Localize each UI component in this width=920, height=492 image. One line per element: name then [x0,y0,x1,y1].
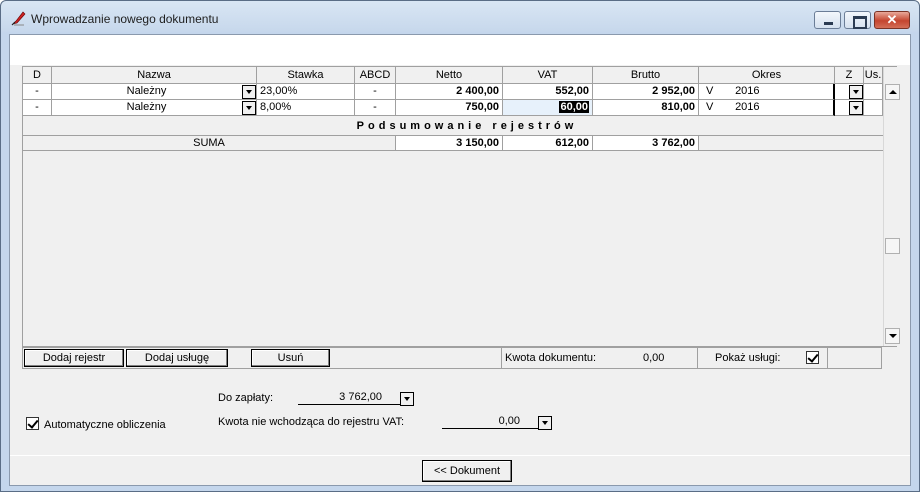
scroll-up-icon[interactable] [885,84,900,100]
row1-stawka[interactable]: 23,00% [257,84,355,100]
row2-us[interactable] [864,100,883,116]
row2-d[interactable]: - [23,100,52,116]
row2-vat-editing[interactable]: 60,00 [503,100,593,116]
row2-okres-period: V [706,101,714,113]
summary-netto: 3 150,00 [396,135,503,151]
doc-amount-label: Kwota dokumentu: [505,352,597,364]
maximize-button[interactable] [844,11,871,29]
main-window: Wprowadzanie nowego dokumentu ✕ D Nazwa … [0,0,920,492]
row2-okres[interactable]: V 2016 [699,100,835,116]
window-title: Wprowadzanie nowego dokumentu [31,12,219,26]
summary-brutto: 3 762,00 [593,135,699,151]
row2-z-dropdown-icon[interactable] [849,101,863,115]
row1-z-dropdown-icon[interactable] [849,85,863,99]
to-pay-label: Do zapłaty: [218,392,274,404]
row1-vat[interactable]: 552,00 [503,84,593,100]
row1-okres-period: V [706,85,714,97]
row1-okres-year: 2016 [735,85,760,97]
row1-okres[interactable]: V 2016 [699,84,835,100]
row2-nazwa-dropdown-icon[interactable] [242,101,256,115]
row2-brutto[interactable]: 810,00 [593,100,699,116]
toolbar-divider [501,348,502,368]
close-button[interactable]: ✕ [874,11,910,29]
not-vat-field[interactable]: 0,00 [442,415,540,429]
col-header-d[interactable]: D [23,67,52,84]
grid-toolbar: Dodaj rejestr Dodaj usługę Usuń Kwota do… [22,347,882,369]
footer-bar: << Dokument [10,455,910,485]
close-icon: ✕ [886,12,898,27]
add-register-button[interactable]: Dodaj rejestr [24,349,124,367]
not-vat-label: Kwota nie wchodząca do rejestru VAT: [218,416,405,428]
col-header-okres[interactable]: Okres [699,67,835,84]
col-header-z[interactable]: Z [835,67,864,84]
summary-label: SUMA [23,135,396,151]
row1-netto[interactable]: 2 400,00 [396,84,503,100]
pen-app-icon [11,11,26,26]
not-vat-dropdown-icon[interactable] [538,416,552,430]
row2-vat-value: 60,00 [559,101,589,113]
row1-nazwa[interactable]: Należny [52,84,257,100]
scroll-thumb[interactable] [885,238,900,254]
scroll-down-icon[interactable] [885,328,900,344]
row1-us[interactable] [864,84,883,100]
minimize-button[interactable] [814,11,841,29]
delete-button[interactable]: Usuń [251,349,330,367]
to-pay-field[interactable]: 3 762,00 [298,391,402,405]
register-grid: D Nazwa Stawka ABCD Netto VAT Brutto Okr… [22,66,900,347]
row2-abcd[interactable]: - [355,100,396,116]
add-service-button[interactable]: Dodaj usługę [126,349,228,367]
col-header-nazwa[interactable]: Nazwa [52,67,257,84]
toolbar-divider-2 [697,348,698,368]
col-header-netto[interactable]: Netto [396,67,503,84]
vertical-scrollbar[interactable] [883,67,900,346]
toolbar-divider-3 [827,348,828,368]
to-pay-dropdown-icon[interactable] [400,392,414,406]
grid-body: D Nazwa Stawka ABCD Netto VAT Brutto Okr… [23,67,883,346]
title-bar[interactable]: Wprowadzanie nowego dokumentu ✕ [1,1,919,35]
summary-title: Podsumowanie rejestrów [356,120,578,132]
row1-nazwa-dropdown-icon[interactable] [242,85,256,99]
row1-brutto[interactable]: 2 952,00 [593,84,699,100]
row2-okres-year: 2016 [735,101,760,113]
row2-nazwa[interactable]: Należny [52,100,257,116]
auto-calc-checkbox[interactable] [26,417,39,430]
row1-d[interactable]: - [23,84,52,100]
summary-filler [699,135,883,151]
auto-calc-label[interactable]: Automatyczne obliczenia [44,419,166,431]
col-header-us[interactable]: Us. [864,67,883,84]
col-header-vat[interactable]: VAT [503,67,593,84]
client-area: D Nazwa Stawka ABCD Netto VAT Brutto Okr… [9,34,911,486]
header-area [10,35,910,65]
doc-amount-value: 0,00 [643,352,665,364]
summary-vat: 612,00 [503,135,593,151]
row2-netto[interactable]: 750,00 [396,100,503,116]
row2-stawka[interactable]: 8,00% [257,100,355,116]
col-header-brutto[interactable]: Brutto [593,67,699,84]
col-header-abcd[interactable]: ABCD [355,67,396,84]
row1-abcd[interactable]: - [355,84,396,100]
show-services-checkbox[interactable] [806,351,819,364]
show-services-label: Pokaż usługi: [715,352,781,364]
col-header-stawka[interactable]: Stawka [257,67,355,84]
document-button[interactable]: << Dokument [422,460,512,482]
